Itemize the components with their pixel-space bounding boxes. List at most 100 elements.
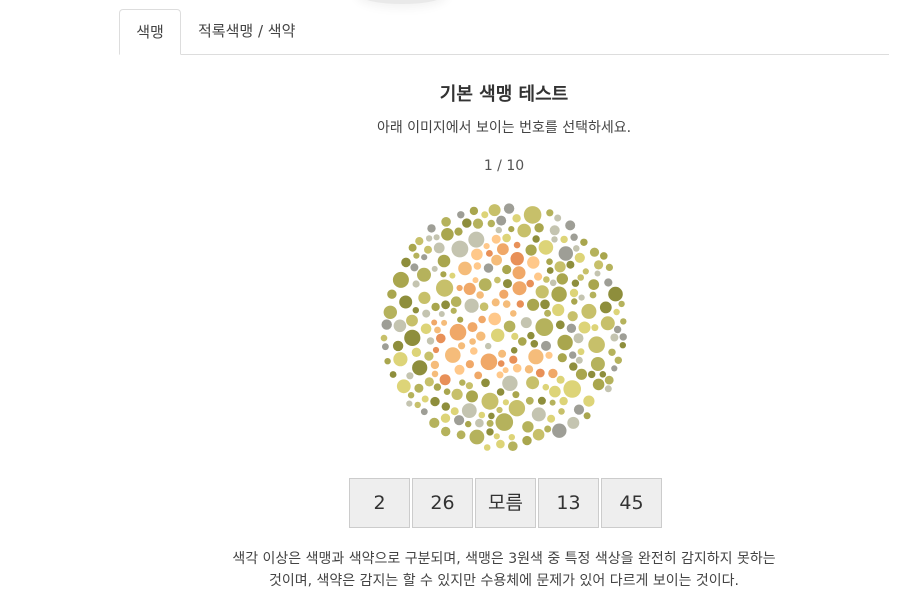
- description-line: 것이며, 색약은 감지는 할 수 있지만 수용체에 문제가 있어 다르게 보이는…: [268, 573, 739, 589]
- plate-dot: [454, 415, 465, 426]
- answer-button-13[interactable]: 13: [538, 478, 599, 528]
- plate-dot: [425, 235, 433, 242]
- plate-dot: [474, 371, 483, 380]
- plate-dot: [608, 348, 616, 356]
- plate-dot: [557, 353, 567, 363]
- plate-dot: [393, 319, 407, 333]
- plate-dot: [531, 407, 546, 422]
- answer-button-2[interactable]: 2: [349, 478, 410, 528]
- plate-dot: [472, 218, 484, 229]
- plate-dot: [522, 435, 532, 446]
- plate-dot: [481, 211, 489, 219]
- plate-dot: [465, 420, 472, 428]
- plate-dot: [537, 396, 546, 405]
- plate-dot: [424, 377, 434, 387]
- plate-dot: [543, 276, 550, 283]
- plate-dot: [457, 316, 464, 323]
- plate-dot: [604, 385, 612, 393]
- plate-dot: [535, 285, 549, 299]
- plate-dot: [441, 402, 450, 411]
- plate-dot: [538, 240, 554, 255]
- plate-dot: [392, 271, 409, 288]
- plate-dot: [618, 300, 625, 308]
- plate-dot: [557, 334, 573, 351]
- tab-red-green[interactable]: 적록색맹 / 색약: [198, 9, 295, 54]
- answer-button-26[interactable]: 26: [412, 478, 473, 528]
- plate-dot: [512, 214, 521, 223]
- plate-dot: [573, 333, 584, 344]
- plate-dot: [413, 252, 420, 259]
- plate-dot: [431, 370, 439, 378]
- plate-dot: [610, 333, 619, 342]
- plate-dot: [440, 413, 451, 423]
- plate-dot: [491, 254, 502, 266]
- plate-dot: [559, 396, 568, 406]
- plate-dot: [558, 246, 573, 261]
- plate-dot: [530, 340, 539, 348]
- plate-dot: [546, 267, 554, 274]
- plate-dot: [458, 342, 466, 350]
- plate-dot: [431, 319, 438, 326]
- plate-dot: [613, 325, 622, 334]
- plate-dot: [470, 347, 478, 355]
- plate-dot: [560, 235, 568, 244]
- plate-dot: [589, 247, 600, 257]
- plate-dot: [493, 433, 500, 440]
- plate-dot: [591, 324, 599, 332]
- plate-dot: [589, 291, 597, 299]
- plate-dot: [436, 279, 454, 297]
- plate-dot: [544, 425, 552, 433]
- plate-dot: [401, 257, 411, 268]
- plate-dot: [569, 362, 578, 371]
- plate-dot: [503, 279, 512, 289]
- plate-dot: [508, 434, 515, 441]
- plate-dot: [412, 307, 419, 314]
- plate-dot: [594, 260, 604, 270]
- plate-dot: [418, 291, 431, 304]
- answer-button-45[interactable]: 45: [601, 478, 662, 528]
- answer-button-unknown[interactable]: 모름: [475, 478, 536, 528]
- plate-dot: [571, 298, 578, 305]
- plate-dot: [456, 284, 463, 292]
- plate-dot: [614, 356, 622, 364]
- plate-dot: [438, 311, 445, 317]
- plate-dot: [459, 379, 466, 386]
- plate-dot: [510, 347, 518, 354]
- plate-dot: [469, 206, 479, 216]
- tab-colorblind[interactable]: 색맹: [119, 9, 181, 55]
- plate-dot: [399, 295, 413, 309]
- top-decoration: [360, 0, 444, 4]
- plate-dot: [502, 367, 509, 374]
- plate-dot: [567, 311, 578, 322]
- plate-dot: [508, 441, 518, 451]
- plate-dot: [488, 204, 501, 217]
- plate-dot: [488, 412, 495, 420]
- plate-dot: [503, 320, 516, 333]
- plate-dot: [488, 312, 501, 326]
- plate-dot: [486, 250, 493, 257]
- plate-dot: [509, 355, 518, 364]
- plate-dot: [415, 237, 424, 246]
- plate-dot: [549, 225, 560, 236]
- plate-dot: [473, 262, 482, 270]
- plate-dot: [468, 231, 485, 248]
- plate-dot: [551, 286, 567, 302]
- plate-dot: [478, 411, 486, 419]
- plate-dot: [566, 260, 575, 269]
- ishihara-plate-image: [380, 203, 627, 451]
- plate-dot: [420, 323, 432, 335]
- plate-dot: [527, 331, 535, 340]
- plate-dot: [532, 235, 540, 243]
- plate-dot: [408, 243, 417, 252]
- plate-dot: [566, 323, 577, 333]
- plate-dot: [510, 252, 524, 266]
- plate-dot: [424, 245, 432, 254]
- plate-dot: [441, 300, 450, 310]
- plate-dot: [552, 423, 567, 438]
- plate-dot: [527, 256, 540, 269]
- plate-dot: [491, 234, 501, 244]
- plate-dot: [450, 407, 459, 416]
- plate-dot: [508, 226, 515, 233]
- plate-dot: [527, 298, 540, 311]
- plate-dot: [422, 309, 431, 318]
